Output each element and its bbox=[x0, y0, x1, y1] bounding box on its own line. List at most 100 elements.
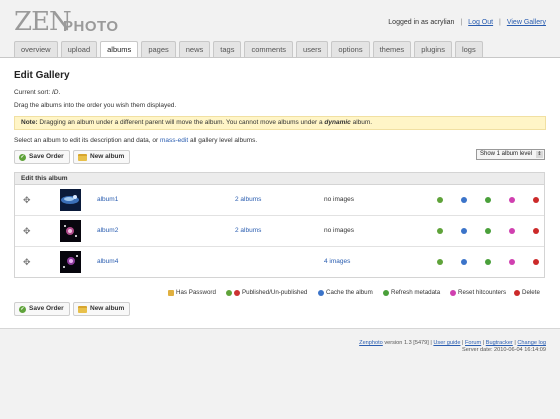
reset-hitcounter-icon[interactable] bbox=[509, 197, 515, 203]
legend-delete: Delete bbox=[514, 289, 540, 296]
delete-icon bbox=[514, 289, 520, 296]
legend-reset: Reset hitcounters bbox=[450, 289, 506, 296]
server-date: Server date: 2010-06-04 16:14:09 bbox=[462, 347, 546, 353]
legend-published: Published/Un-published bbox=[226, 289, 307, 296]
reset-hitcounter-icon bbox=[450, 289, 456, 296]
legend-label: Published/Un-published bbox=[242, 289, 308, 296]
album-thumbnail[interactable] bbox=[60, 189, 81, 211]
new-album-label: New album bbox=[90, 305, 125, 312]
footer: Zenphoto version 1.3 [5479] | User guide… bbox=[359, 340, 546, 354]
logged-in-text: Logged in as acrylian bbox=[388, 19, 455, 26]
album-table: Edit this album ✥ album1 2 albums no ima… bbox=[14, 172, 545, 278]
reset-hitcounter-icon[interactable] bbox=[509, 228, 515, 234]
logo-photo-text: PHOTO bbox=[63, 18, 119, 35]
refresh-icon[interactable] bbox=[485, 197, 491, 203]
legend-label: Delete bbox=[522, 289, 540, 296]
image-count: no images bbox=[324, 227, 354, 234]
table-row[interactable]: ✥ album1 2 albums no images bbox=[15, 185, 544, 216]
image-count-link[interactable]: 4 images bbox=[324, 258, 350, 265]
content-panel: Edit Gallery Current sort: ID. Drag the … bbox=[0, 57, 560, 329]
cache-icon[interactable] bbox=[461, 259, 467, 265]
current-sort-line: Current sort: ID. bbox=[14, 89, 61, 96]
tab-overview[interactable]: overview bbox=[14, 41, 58, 57]
album-level-select[interactable]: Show 1 album level ⇕ bbox=[476, 149, 545, 160]
subalbum-count-link[interactable]: 2 albums bbox=[235, 227, 261, 234]
legend-label: Reset hitcounters bbox=[458, 289, 507, 296]
select-arrow-icon: ⇕ bbox=[536, 151, 543, 158]
table-header: Edit this album bbox=[15, 173, 544, 185]
new-album-button-bottom[interactable]: New album bbox=[73, 302, 131, 316]
tab-tags[interactable]: tags bbox=[213, 41, 242, 57]
refresh-icon[interactable] bbox=[485, 228, 491, 234]
delete-icon[interactable] bbox=[533, 197, 539, 203]
footer-links: Zenphoto version 1.3 [5479] | User guide… bbox=[359, 340, 546, 346]
note-text-end: album. bbox=[352, 119, 373, 126]
published-icon bbox=[226, 289, 232, 296]
album-thumbnail[interactable] bbox=[60, 251, 81, 273]
select-album-text-end: all gallery level albums. bbox=[189, 137, 258, 144]
album-name-link[interactable]: album2 bbox=[97, 227, 118, 234]
album-name-link[interactable]: album4 bbox=[97, 258, 118, 265]
save-order-button[interactable]: ✓ Save Order bbox=[14, 150, 70, 164]
delete-icon[interactable] bbox=[533, 259, 539, 265]
drag-handle-icon[interactable]: ✥ bbox=[23, 227, 32, 236]
refresh-icon[interactable] bbox=[485, 259, 491, 265]
legend-refresh: Refresh metadata bbox=[383, 289, 440, 296]
view-gallery-link[interactable]: View Gallery bbox=[507, 19, 546, 26]
tab-news[interactable]: news bbox=[178, 41, 211, 57]
new-album-button[interactable]: New album bbox=[73, 150, 131, 164]
delete-icon[interactable] bbox=[533, 228, 539, 234]
note-banner: Note: Dragging an album under a differen… bbox=[14, 116, 546, 130]
mass-edit-link[interactable]: mass-edit bbox=[160, 137, 188, 144]
table-row[interactable]: ✥ album2 2 albums no images bbox=[15, 216, 544, 247]
reset-hitcounter-icon[interactable] bbox=[509, 259, 515, 265]
check-icon: ✓ bbox=[19, 153, 26, 161]
tab-users[interactable]: users bbox=[296, 41, 329, 57]
cache-icon[interactable] bbox=[461, 228, 467, 234]
bugtracker-link[interactable]: Bugtracker bbox=[486, 340, 513, 346]
refresh-icon bbox=[383, 289, 389, 296]
published-icon[interactable] bbox=[437, 197, 443, 203]
tab-plugins[interactable]: plugins bbox=[414, 41, 452, 57]
save-order-button-bottom[interactable]: ✓ Save Order bbox=[14, 302, 70, 316]
tab-options[interactable]: options bbox=[331, 41, 370, 57]
main-tabs: overview upload albums pages news tags c… bbox=[14, 41, 483, 58]
user-guide-link[interactable]: User guide bbox=[433, 340, 460, 346]
changelog-link[interactable]: Change log bbox=[517, 340, 546, 346]
tab-logs[interactable]: logs bbox=[454, 41, 483, 57]
note-emphasis: dynamic bbox=[324, 119, 351, 126]
published-icon[interactable] bbox=[437, 228, 443, 234]
drag-handle-icon[interactable]: ✥ bbox=[23, 196, 32, 205]
current-sort-value: ID bbox=[51, 89, 59, 96]
logout-link[interactable]: Log Out bbox=[468, 19, 493, 26]
save-order-label: Save Order bbox=[29, 305, 64, 312]
zenphoto-link[interactable]: Zenphoto bbox=[359, 340, 383, 346]
legend-has-password: Has Password bbox=[168, 289, 216, 296]
cache-icon[interactable] bbox=[461, 197, 467, 203]
table-row[interactable]: ✥ album4 4 images bbox=[15, 247, 544, 278]
legend-cache: Cache the album bbox=[318, 289, 373, 296]
unpublished-icon bbox=[234, 289, 240, 296]
tab-upload[interactable]: upload bbox=[60, 41, 98, 57]
user-bar: Logged in as acrylian | Log Out | View G… bbox=[388, 19, 546, 26]
note-text: Dragging an album under a different pare… bbox=[39, 119, 323, 126]
album-level-value: Show 1 album level bbox=[480, 151, 533, 157]
published-icon[interactable] bbox=[437, 259, 443, 265]
save-order-label: Save Order bbox=[29, 153, 64, 160]
album-name-link[interactable]: album1 bbox=[97, 196, 118, 203]
album-thumbnail[interactable] bbox=[60, 220, 81, 242]
tab-pages[interactable]: pages bbox=[141, 41, 176, 57]
folder-icon bbox=[78, 153, 87, 161]
folder-icon bbox=[78, 305, 87, 313]
tab-comments[interactable]: comments bbox=[244, 41, 294, 57]
separator: | bbox=[460, 19, 463, 26]
drag-handle-icon[interactable]: ✥ bbox=[23, 258, 32, 267]
zenphoto-logo: ZEN PHOTO bbox=[14, 8, 124, 36]
tab-themes[interactable]: themes bbox=[372, 41, 412, 57]
version-text: version 1.3 [5479] bbox=[384, 340, 429, 346]
separator: | bbox=[499, 19, 501, 26]
subalbum-count-link[interactable]: 2 albums bbox=[235, 196, 261, 203]
cache-icon bbox=[318, 289, 324, 296]
forum-link[interactable]: Forum bbox=[465, 340, 481, 346]
tab-albums[interactable]: albums bbox=[100, 41, 139, 58]
